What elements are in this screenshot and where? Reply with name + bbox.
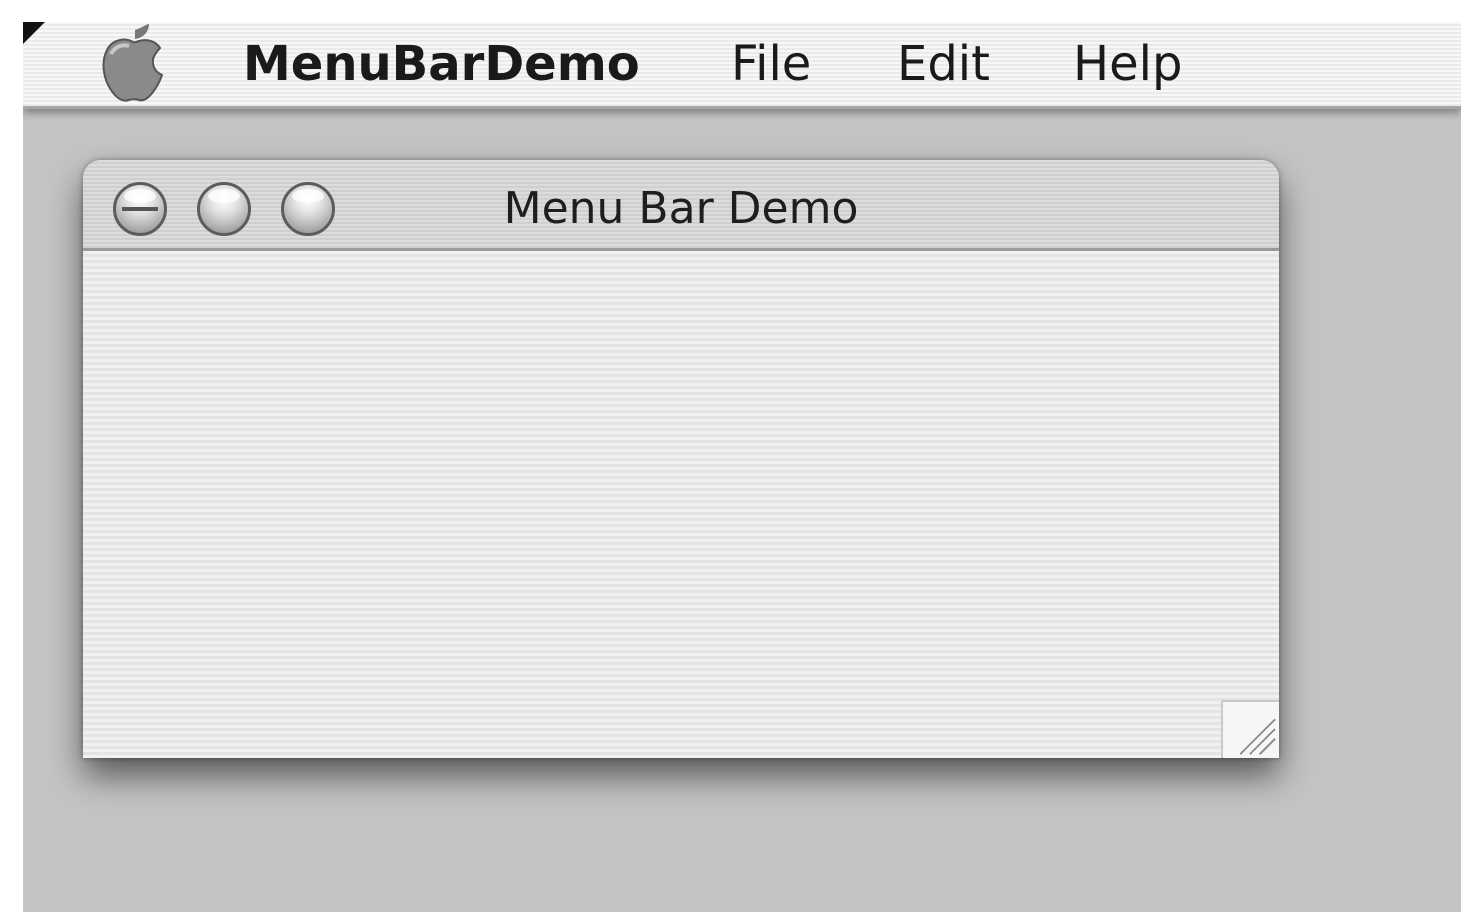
main-window: Menu Bar Demo (83, 160, 1279, 758)
window-title: Menu Bar Demo (503, 183, 859, 234)
window-titlebar[interactable]: Menu Bar Demo (83, 160, 1279, 251)
resize-grip-icon[interactable] (1221, 700, 1279, 758)
desktop: MenuBarDemo File Edit Help Menu Bar Demo (23, 22, 1461, 912)
menu-app-name[interactable]: MenuBarDemo (243, 36, 640, 92)
menu-file[interactable]: File (731, 36, 811, 92)
window-content (83, 251, 1279, 758)
menu-edit[interactable]: Edit (897, 36, 990, 92)
screen-corner (23, 22, 45, 44)
menu-help[interactable]: Help (1073, 36, 1182, 92)
menu-bar: MenuBarDemo File Edit Help (23, 22, 1461, 109)
apple-icon[interactable] (101, 24, 165, 104)
